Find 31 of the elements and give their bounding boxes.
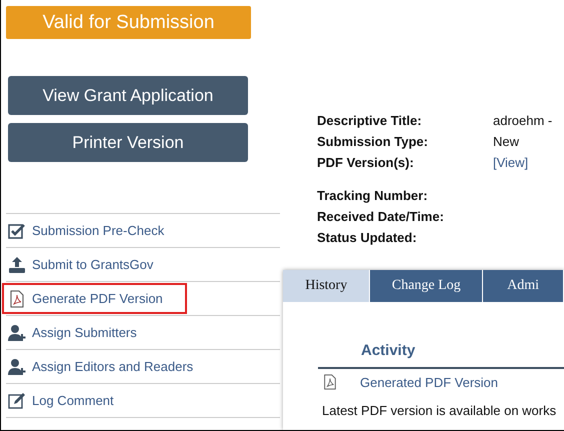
field-label: Submission Type: xyxy=(317,134,429,149)
action-button[interactable]: View Grant Application xyxy=(8,76,248,115)
checkbox-icon xyxy=(8,222,26,240)
field-label: Descriptive Title: xyxy=(317,113,423,128)
tab[interactable]: Admi xyxy=(483,270,564,302)
field-label: Received Date/Time: xyxy=(317,209,445,224)
menu-link[interactable]: Assign Submitters xyxy=(2,317,143,348)
field-value: adroehm - xyxy=(493,113,552,128)
upload-icon xyxy=(8,256,26,274)
view-link[interactable]: [View] xyxy=(493,155,528,170)
field-label: Status Updated: xyxy=(317,230,418,245)
menu-link[interactable]: Generate PDF Version xyxy=(2,283,187,314)
menu-link[interactable]: Assign Editors and Readers xyxy=(2,351,200,382)
field-label: PDF Version(s): xyxy=(317,155,415,170)
activity-text: Generated PDF Version xyxy=(360,374,498,390)
add-user-icon xyxy=(8,358,26,376)
menu-link[interactable]: Submit to GrantsGov xyxy=(2,249,160,280)
status-badge: Valid for Submission xyxy=(6,6,251,39)
note-text: Latest PDF version is available on works xyxy=(321,403,558,418)
tab[interactable]: Change Log xyxy=(370,270,484,302)
column-header: Activity xyxy=(360,342,416,359)
menu-link[interactable]: Submission Pre-Check xyxy=(2,215,170,246)
pdf-icon xyxy=(8,290,26,308)
add-user-icon xyxy=(8,324,26,342)
action-button[interactable]: Printer Version xyxy=(8,123,248,162)
field-value: New xyxy=(493,134,520,149)
field-label: Tracking Number: xyxy=(317,188,429,203)
tab[interactable]: History xyxy=(283,270,370,302)
pdf-icon xyxy=(322,373,338,391)
edit-icon xyxy=(8,392,26,410)
menu-link[interactable]: Log Comment xyxy=(2,385,120,416)
